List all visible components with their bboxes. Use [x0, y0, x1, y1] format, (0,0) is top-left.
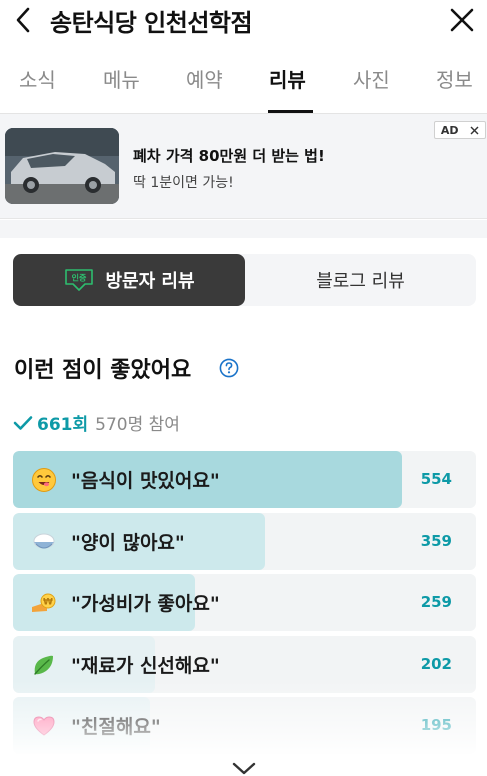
keyword-label: "양이 많아요" [71, 532, 185, 554]
ad-label: AD [440, 123, 459, 137]
ad-title: 폐차 가격 80만원 더 받는 법! [133, 147, 325, 165]
keyword-count: 259 [420, 593, 452, 611]
verified-badge-text: 인증 [72, 273, 87, 283]
keyword-vote-count: 661회 [37, 415, 89, 435]
chevron-down-icon [232, 762, 256, 775]
section-title: 이런 점이 좋았어요 [14, 358, 192, 383]
section-divider [0, 220, 487, 238]
keyword-label: "친절해요" [71, 716, 161, 738]
close-button[interactable] [447, 5, 477, 35]
rice-bowl-icon [33, 533, 55, 549]
tab-menu[interactable]: 메뉴 [103, 64, 140, 93]
ad-subtitle: 딱 1분이면 가능! [133, 175, 234, 191]
keyword-row[interactable]: "친절해요" 195 [13, 697, 476, 754]
keyword-count: 202 [420, 655, 452, 673]
back-button[interactable] [10, 6, 36, 34]
keyword-label: "음식이 맛있어요" [71, 470, 220, 492]
tab-news[interactable]: 소식 [19, 64, 56, 93]
coin-hand-icon: ₩ [32, 593, 56, 612]
active-tab-indicator [268, 110, 313, 113]
page-title: 송탄식당 인천선학점 [50, 9, 253, 37]
tab-reviews[interactable]: 리뷰 [269, 64, 306, 93]
visitor-review-button[interactable]: 인증 방문자 리뷰 [13, 254, 245, 306]
keyword-row[interactable]: "음식이 맛있어요" 554 [13, 451, 476, 508]
participant-count: 570명 참여 [95, 415, 180, 435]
svg-text:₩: ₩ [43, 598, 53, 608]
tab-reservation[interactable]: 예약 [186, 64, 223, 93]
leaf-icon [34, 655, 53, 675]
header: 송탄식당 인천선학점 [0, 0, 487, 40]
keyword-count: 359 [420, 532, 452, 550]
help-icon[interactable] [219, 358, 239, 378]
tab-info[interactable]: 정보 [436, 64, 473, 93]
keyword-count: 195 [420, 716, 452, 734]
visitor-review-label: 방문자 리뷰 [105, 271, 195, 292]
tab-photos[interactable]: 사진 [353, 64, 390, 93]
verified-badge-icon: 인증 [65, 269, 94, 291]
keyword-label: "재료가 신선해요" [71, 655, 220, 677]
close-icon [450, 8, 474, 32]
review-type-toggle: 인증 방문자 리뷰 블로그 리뷰 [13, 254, 476, 306]
check-icon [13, 415, 33, 430]
close-icon [470, 126, 479, 134]
keyword-label: "가성비가 좋아요" [71, 593, 220, 615]
keyword-row[interactable]: "재료가 신선해요" 202 [13, 636, 476, 693]
ad-banner[interactable]: 폐차 가격 80만원 더 받는 법! 딱 1분이면 가능! AD [0, 114, 487, 219]
blog-review-button[interactable]: 블로그 리뷰 [245, 254, 476, 306]
keyword-summary: 661회 570명 참여 [13, 410, 180, 435]
keyword-row[interactable]: "양이 많아요" 359 [13, 513, 476, 570]
expand-more-button[interactable] [231, 762, 257, 776]
blog-review-label: 블로그 리뷰 [316, 271, 405, 292]
ad-car-image [5, 128, 119, 204]
tab-bar: 소식 메뉴 예약 리뷰 사진 정보 [0, 56, 487, 114]
yum-face-icon [32, 468, 56, 492]
keyword-row[interactable]: ₩ "가성비가 좋아요" 259 [13, 574, 476, 631]
heart-icon [33, 716, 55, 736]
keyword-count: 554 [420, 470, 452, 488]
ad-badge[interactable]: AD [434, 121, 486, 139]
chevron-left-icon [16, 7, 30, 33]
